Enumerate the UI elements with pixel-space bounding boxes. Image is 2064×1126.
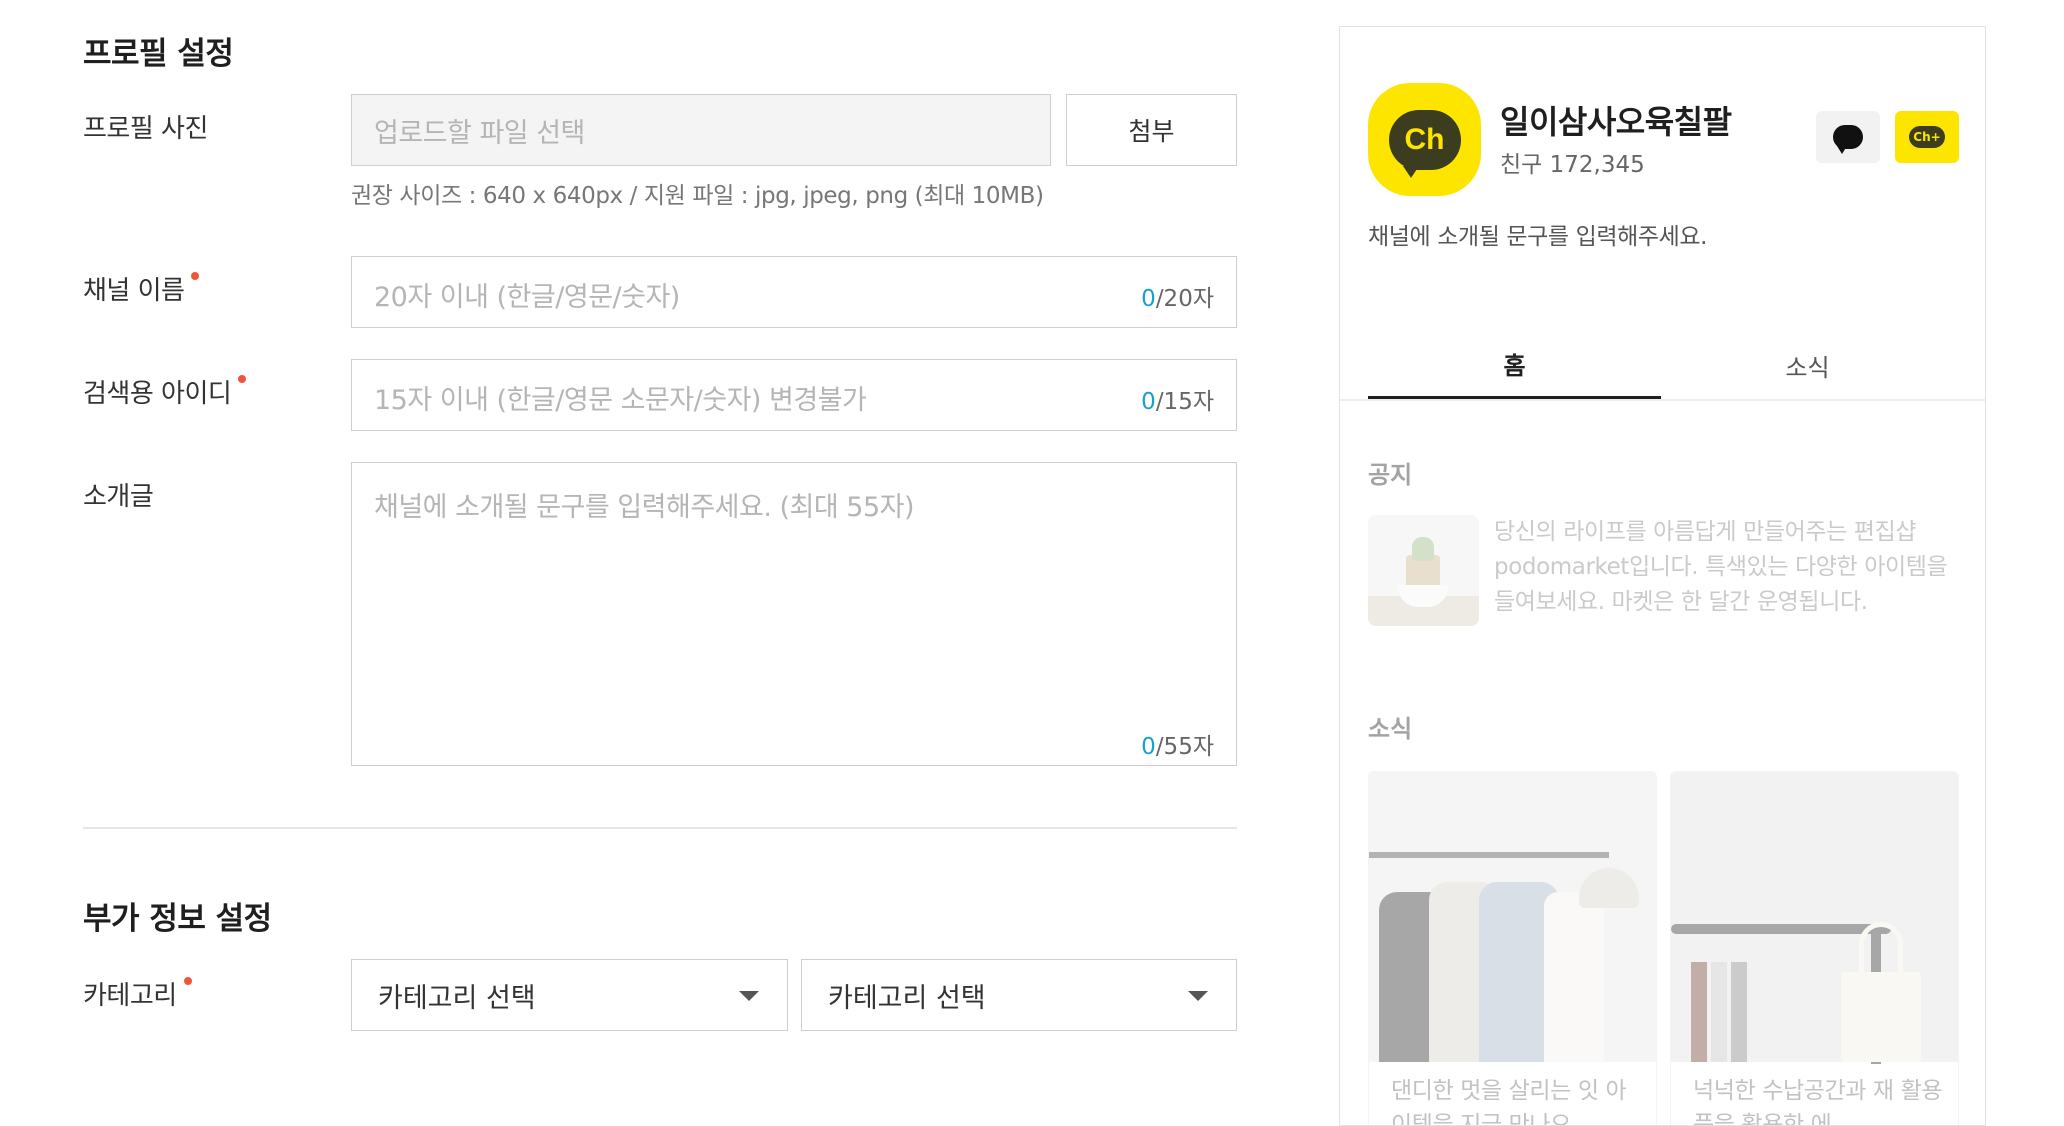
profile-photo-label: 프로필 사진 — [83, 114, 208, 144]
channel-name-counter: 0/20자 — [1141, 286, 1214, 312]
preview-intro-text: 채널에 소개될 문구를 입력해주세요. — [1368, 224, 1708, 250]
news-card-image — [1671, 772, 1958, 1064]
search-id-label: 검색용 아이디 — [83, 373, 247, 410]
tab-home[interactable]: 홈 — [1368, 331, 1661, 399]
chevron-down-icon — [739, 991, 759, 1001]
news-card-image — [1369, 772, 1656, 1062]
notice-text: 당신의 라이프를 아름답게 만들어주는 편집샵 podomarket입니다. 특… — [1494, 519, 1948, 615]
channel-name-input[interactable]: 20자 이내 (한글/영문/숫자) 0/20자 — [351, 256, 1237, 328]
chevron-down-icon — [1188, 991, 1208, 1001]
news-card-text: 넉넉한 수납공간과 재 활용품을 활용한 에 — [1693, 1078, 1943, 1126]
news-card-text: 댄디한 멋을 살리는 잇 아이템을 지금 만나오 — [1391, 1078, 1627, 1126]
preview-channel-name: 일이삼사오육칠팔 — [1500, 103, 1732, 141]
channel-logo: Ch — [1368, 83, 1481, 196]
search-id-counter: 0/15자 — [1141, 389, 1214, 415]
tab-news[interactable]: 소식 — [1661, 331, 1954, 399]
required-dot — [183, 977, 192, 985]
profile-photo-hint: 권장 사이즈 : 640 x 640px / 지원 파일 : jpg, jpeg… — [351, 183, 1044, 209]
extra-section-title: 부가 정보 설정 — [83, 901, 272, 937]
channel-name-label: 채널 이름 — [83, 270, 200, 307]
message-icon — [1833, 125, 1863, 154]
category-label: 카테고리 — [83, 975, 192, 1012]
required-dot — [238, 375, 247, 383]
chat-bubble-icon: Ch — [1388, 109, 1461, 178]
preview-friend-count: 친구 172,345 — [1500, 152, 1645, 178]
section-divider — [83, 827, 1237, 829]
chat-button[interactable] — [1816, 111, 1880, 163]
news-title: 소식 — [1368, 715, 1413, 743]
profile-photo-placeholder: 업로드할 파일 선택 — [374, 117, 585, 149]
intro-placeholder: 채널에 소개될 문구를 입력해주세요. (최대 55자) — [374, 492, 915, 523]
profile-section-title: 프로필 설정 — [83, 36, 234, 72]
news-card: 댄디한 멋을 살리는 잇 아이템을 지금 만나오 — [1368, 771, 1657, 1126]
search-id-input[interactable]: 15자 이내 (한글/영문 소문자/숫자) 변경불가 0/15자 — [351, 359, 1237, 431]
category-select-secondary[interactable]: 카테고리 선택 — [801, 959, 1237, 1031]
channel-name-placeholder: 20자 이내 (한글/영문/숫자) — [374, 282, 680, 313]
add-channel-button[interactable]: Ch+ — [1895, 111, 1959, 163]
required-dot — [191, 272, 200, 280]
channel-add-icon: Ch+ — [1909, 126, 1945, 148]
attach-button[interactable]: 첨부 — [1066, 94, 1237, 166]
intro-textarea[interactable]: 채널에 소개될 문구를 입력해주세요. (최대 55자) 0/55자 — [351, 462, 1237, 766]
news-card: 넉넉한 수납공간과 재 활용품을 활용한 에 — [1670, 771, 1959, 1126]
notice-title: 공지 — [1368, 461, 1413, 489]
notice-thumbnail — [1368, 515, 1479, 626]
intro-counter: 0/55자 — [1141, 734, 1214, 760]
search-id-placeholder: 15자 이내 (한글/영문 소문자/숫자) 변경불가 — [374, 385, 867, 416]
tab-divider — [1340, 399, 1985, 401]
channel-preview-panel: Ch 일이삼사오육칠팔 친구 172,345 Ch+ 채널에 소개될 문구를 입… — [1339, 26, 1986, 1126]
intro-label: 소개글 — [83, 482, 154, 512]
profile-photo-file-input[interactable]: 업로드할 파일 선택 — [351, 94, 1051, 166]
category-select-primary[interactable]: 카테고리 선택 — [351, 959, 788, 1031]
